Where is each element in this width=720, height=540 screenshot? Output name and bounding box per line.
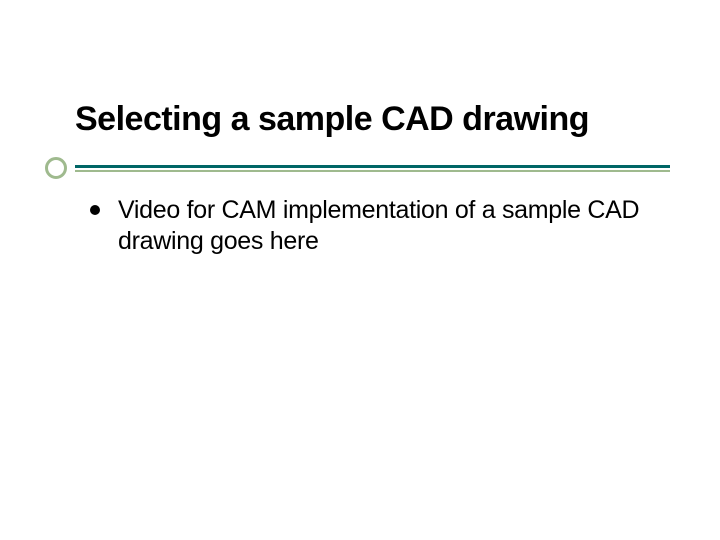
bullet-text: Video for CAM implementation of a sample… bbox=[118, 195, 660, 258]
divider-line-teal bbox=[75, 165, 670, 168]
list-item: Video for CAM implementation of a sample… bbox=[90, 195, 660, 258]
content-area: Video for CAM implementation of a sample… bbox=[90, 195, 660, 258]
slide-title: Selecting a sample CAD drawing bbox=[75, 100, 680, 139]
title-underline bbox=[45, 155, 670, 179]
divider-line-green bbox=[75, 170, 670, 172]
title-area: Selecting a sample CAD drawing bbox=[75, 100, 680, 139]
bullet-icon bbox=[90, 205, 100, 215]
circle-decoration-icon bbox=[45, 157, 67, 179]
slide-container: Selecting a sample CAD drawing Video for… bbox=[0, 0, 720, 540]
